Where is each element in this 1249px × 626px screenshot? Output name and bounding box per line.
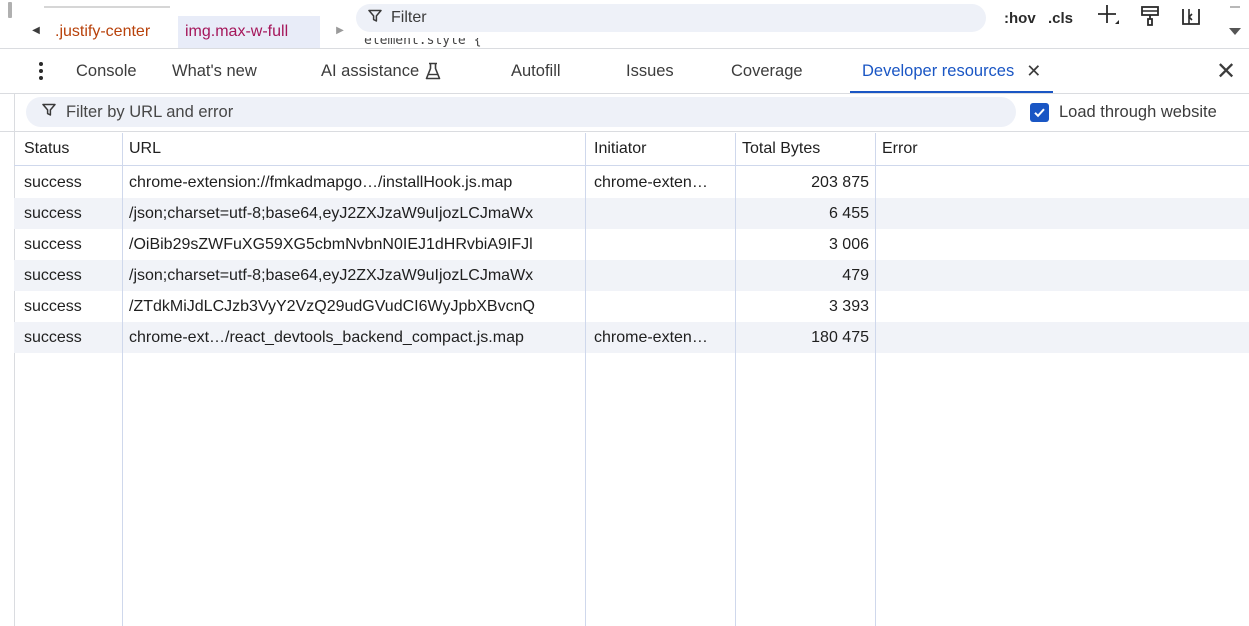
- table-row[interactable]: success /json;charset=utf-8;base64,eyJ2Z…: [14, 198, 1249, 229]
- more-vert-icon[interactable]: [30, 59, 52, 83]
- styles-filter-input[interactable]: Filter: [356, 4, 986, 32]
- new-style-rule-button[interactable]: [1095, 4, 1121, 32]
- styles-filter-placeholder: Filter: [391, 9, 427, 26]
- cell-url: chrome-ext…/react_devtools_backend_compa…: [129, 328, 524, 346]
- tab-label: Coverage: [731, 61, 803, 80]
- cell-total-bytes: 180 475: [811, 328, 869, 346]
- tab-ai-assistance[interactable]: AI assistance: [321, 49, 441, 93]
- cell-initiator: [594, 291, 734, 322]
- cell-status: success: [24, 173, 82, 191]
- load-through-website-label: Load through website: [1059, 102, 1217, 121]
- cell-status: success: [24, 297, 82, 315]
- cell-error: [882, 322, 1182, 353]
- cell-initiator[interactable]: chrome-exten…: [594, 167, 734, 198]
- table-row[interactable]: success /json;charset=utf-8;base64,eyJ2Z…: [14, 260, 1249, 291]
- close-icon: ✕: [1215, 57, 1237, 85]
- cell-url: /ZTdkMiJdLCJzb3VyY2VzQ29udGVudCI6WyJpbXB…: [129, 297, 535, 315]
- cell-status: success: [24, 204, 82, 222]
- cls-toggle-button[interactable]: .cls: [1048, 4, 1073, 32]
- filter-icon: [368, 9, 382, 27]
- column-header-status[interactable]: Status: [24, 133, 119, 165]
- url-error-filter-input[interactable]: Filter by URL and error: [26, 97, 1016, 127]
- tab-issues[interactable]: Issues: [626, 49, 674, 93]
- plus-icon: [1095, 2, 1121, 35]
- hov-toggle-button[interactable]: :hov: [1004, 4, 1036, 32]
- cell-total-bytes: 3 006: [828, 235, 869, 253]
- styles-scrollbar[interactable]: [1226, 0, 1249, 48]
- tab-label: Developer resources: [862, 61, 1015, 80]
- column-divider[interactable]: [585, 133, 586, 626]
- panel-scroll-stub: [8, 2, 12, 18]
- filter-icon: [42, 103, 56, 121]
- cell-total-bytes: 203 875: [811, 173, 869, 191]
- cell-error: [882, 198, 1182, 229]
- column-header-initiator[interactable]: Initiator: [594, 133, 734, 165]
- tab-label: AI assistance: [321, 61, 420, 80]
- tab-console[interactable]: Console: [76, 49, 137, 93]
- cell-status: success: [24, 235, 82, 253]
- cell-initiator[interactable]: chrome-exten…: [594, 322, 734, 353]
- drawer-tab-bar: Console What's new AI assistance Autofil…: [0, 48, 1249, 94]
- checkbox-icon[interactable]: [1030, 102, 1049, 122]
- cell-url: /json;charset=utf-8;base64,eyJ2ZXJzaW9uI…: [129, 204, 534, 222]
- column-header-error[interactable]: Error: [882, 133, 1182, 165]
- cell-error: [882, 260, 1182, 291]
- load-through-website-toggle[interactable]: Load through website: [1030, 98, 1217, 126]
- table-row[interactable]: success /OiBib29sZWFuXG59XG5cbmNvbnN0IEJ…: [14, 229, 1249, 260]
- close-drawer-button[interactable]: ✕: [1212, 57, 1240, 85]
- scroll-down-arrow-icon[interactable]: [1229, 28, 1241, 35]
- cell-error: [882, 291, 1182, 322]
- developer-resources-table: Status URL Initiator Total Bytes Error s…: [14, 133, 1249, 626]
- column-header-total-bytes[interactable]: Total Bytes: [742, 133, 869, 165]
- cell-total-bytes: 6 455: [828, 204, 869, 222]
- paint-icon: [1140, 5, 1160, 32]
- cell-error: [882, 229, 1182, 260]
- breadcrumb-item-img[interactable]: img.max-w-full: [178, 16, 320, 48]
- tab-label: Autofill: [511, 61, 561, 80]
- cell-status: success: [24, 266, 82, 284]
- table-row[interactable]: success chrome-ext…/react_devtools_backe…: [14, 322, 1249, 353]
- tab-label: Console: [76, 61, 137, 80]
- column-divider[interactable]: [875, 133, 876, 626]
- tab-label: Issues: [626, 61, 674, 80]
- tab-coverage[interactable]: Coverage: [731, 49, 803, 93]
- column-divider[interactable]: [735, 133, 736, 626]
- cell-initiator: [594, 260, 734, 291]
- computed-sidebar-toggle-button[interactable]: [1180, 4, 1202, 32]
- cell-url: /json;charset=utf-8;base64,eyJ2ZXJzaW9uI…: [129, 266, 534, 284]
- column-header-url[interactable]: URL: [129, 133, 581, 165]
- table-header: Status URL Initiator Total Bytes Error: [14, 133, 1249, 166]
- rendering-emulation-button[interactable]: [1140, 4, 1160, 32]
- flask-icon: [425, 62, 441, 80]
- cell-url: chrome-extension://fmkadmapgo…/installHo…: [129, 173, 513, 191]
- scroll-up-mark: [1230, 6, 1240, 8]
- cell-initiator: [594, 229, 734, 260]
- table-row[interactable]: success /ZTdkMiJdLCJzb3VyY2VzQ29udGVudCI…: [14, 291, 1249, 322]
- close-icon[interactable]: ✕: [1026, 61, 1041, 82]
- table-row[interactable]: success chrome-extension://fmkadmapgo…/i…: [14, 167, 1249, 198]
- resources-filter-bar: Filter by URL and error Load through web…: [0, 94, 1249, 132]
- tab-label: What's new: [172, 61, 257, 80]
- column-divider[interactable]: [122, 133, 123, 626]
- cell-url: /OiBib29sZWFuXG59XG5cbmNvbnN0IEJ1dHRvbiA…: [129, 235, 533, 253]
- cell-status: success: [24, 328, 82, 346]
- tab-developer-resources[interactable]: Developer resources ✕: [849, 49, 1054, 93]
- tab-autofill[interactable]: Autofill: [511, 49, 561, 93]
- cell-error: [882, 167, 1182, 198]
- breadcrumb-item-justify-center[interactable]: .justify-center: [48, 16, 157, 48]
- element-style-peek: element.style {: [364, 38, 482, 48]
- cell-initiator: [594, 198, 734, 229]
- cell-total-bytes: 479: [842, 266, 869, 284]
- panel-divider: [44, 6, 170, 8]
- elements-styles-strip: ◀ .justify-center img.max-w-full ▶ Filte…: [0, 0, 1249, 48]
- tab-whats-new[interactable]: What's new: [172, 49, 257, 93]
- cell-total-bytes: 3 393: [828, 297, 869, 315]
- breadcrumb-scroll-left-icon[interactable]: ◀: [26, 16, 46, 44]
- breadcrumb-scroll-right-icon[interactable]: ▶: [330, 16, 350, 44]
- filter-placeholder: Filter by URL and error: [66, 102, 234, 121]
- layout-icon: [1180, 5, 1202, 32]
